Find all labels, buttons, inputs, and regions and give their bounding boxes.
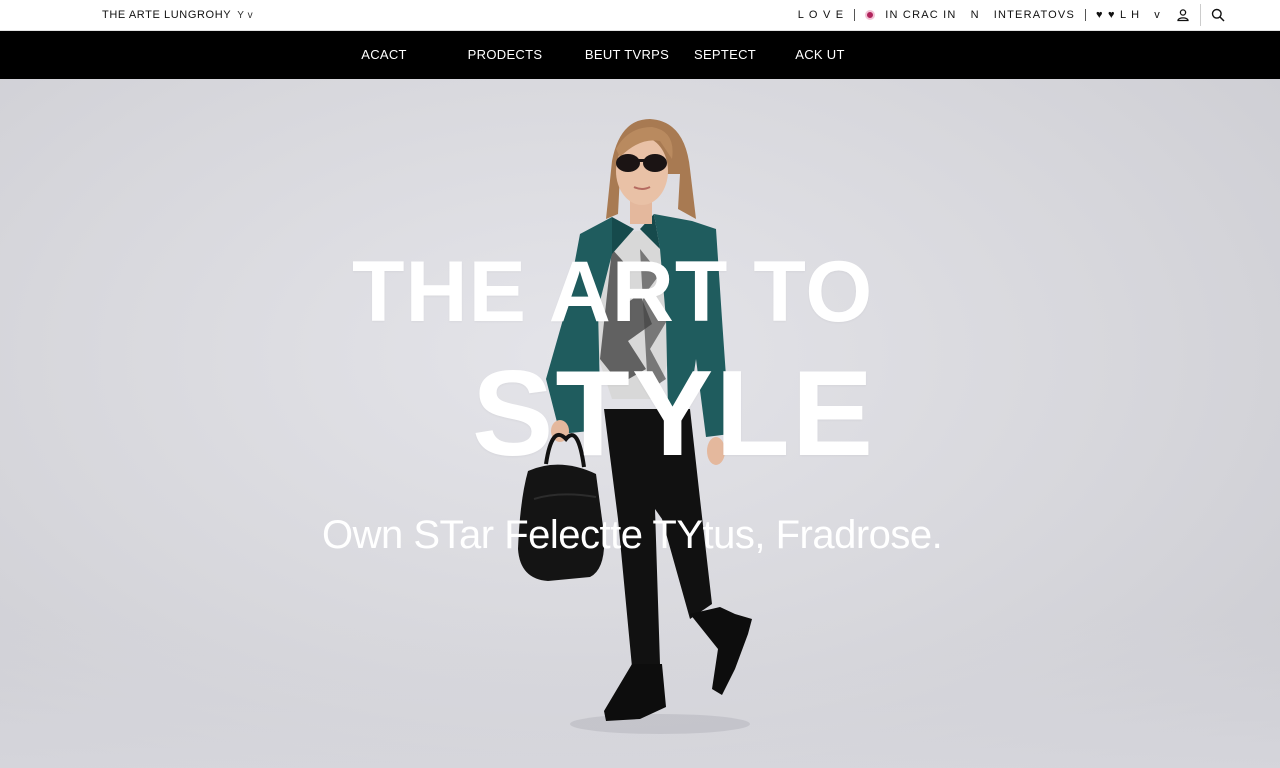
- incrac-link[interactable]: IN CRAC IN: [885, 9, 956, 21]
- search-icon[interactable]: [1210, 7, 1226, 23]
- hero-banner: THE ART TO STYLE Own STar Felectte TYtus…: [0, 79, 1280, 768]
- main-nav: ACACT PRODECTS BEUT TVRPS SEPTECT ACK UT: [0, 31, 1280, 79]
- divider: [1200, 4, 1201, 26]
- hero-headline-line-1: THE ART TO: [352, 244, 874, 340]
- utility-links: L O V E IN CRAC IN N INTERATOVS ♥ ♥ L H …: [798, 4, 1226, 26]
- nav-item-acact[interactable]: ACACT: [361, 31, 407, 79]
- divider: [854, 9, 856, 21]
- user-icon[interactable]: [1175, 7, 1191, 23]
- nav-item-ack-ut[interactable]: ACK UT: [795, 31, 844, 79]
- hero-tagline: Own STar Felectte TYtus, Fradrose.: [322, 513, 943, 557]
- nav-item-septect[interactable]: SEPTECT: [694, 31, 756, 79]
- brand-name: THE ARTE LUNGROHY: [102, 9, 232, 21]
- nav-item-beut-tvrps[interactable]: BEUT TVRPS: [585, 31, 669, 79]
- utility-bar: THE ARTE LUNGROHY Y v L O V E IN CRAC IN…: [0, 0, 1280, 31]
- pink-dot-icon: [865, 10, 876, 20]
- hero-headline-line-2: STYLE: [472, 345, 876, 481]
- brand-selector[interactable]: THE ARTE LUNGROHY Y v: [102, 9, 253, 21]
- n-link[interactable]: N: [971, 9, 980, 21]
- love-link[interactable]: L O V E: [798, 9, 845, 21]
- chevron-down-icon[interactable]: v: [1154, 9, 1161, 21]
- nav-item-products[interactable]: PRODECTS: [468, 31, 543, 79]
- divider: [1085, 9, 1086, 21]
- chevron-down-icon: Y v: [237, 9, 254, 21]
- interatovs-link[interactable]: INTERATOVS: [994, 9, 1075, 21]
- favorites-link[interactable]: ♥ ♥ L H: [1096, 9, 1140, 21]
